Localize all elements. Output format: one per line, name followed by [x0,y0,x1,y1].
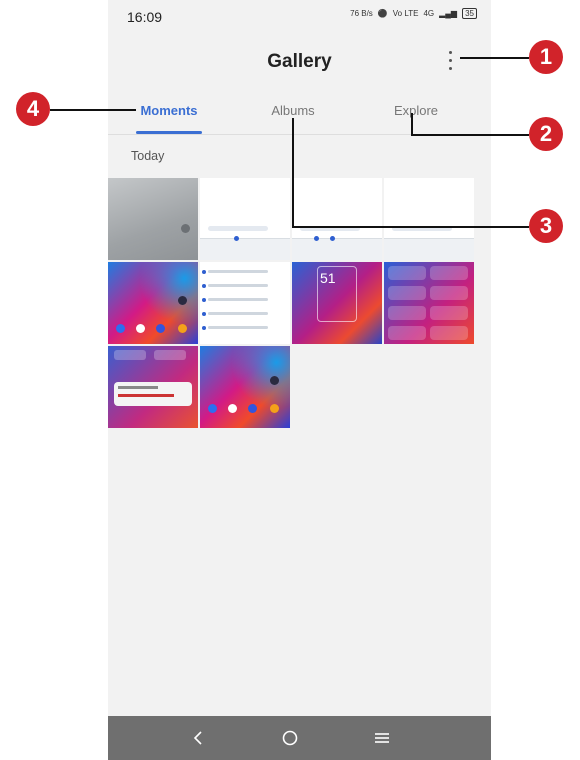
net-speed-text: 76 B/s [350,8,373,18]
photo-gray[interactable] [108,178,198,260]
photo-wallpaper-home-2[interactable] [200,346,290,428]
callout-line-2 [411,134,529,136]
dnd-icon: ⚫ [377,8,388,18]
callout-line-3 [292,226,529,228]
photo-settings-list[interactable] [200,262,290,344]
callout-badge-1: 1 [529,40,563,74]
back-icon[interactable] [176,716,220,760]
tab-moments[interactable]: Moments [136,103,202,118]
volte-text: Vo LTE [392,8,419,18]
photo-lockscreen[interactable]: 51 [292,262,382,344]
callout-line-3-vertical [292,118,294,226]
section-header-today: Today [131,149,165,163]
photo-keyboard-1[interactable] [200,178,290,260]
callout-badge-3: 3 [529,209,563,243]
status-bar: 16:09 76 B/s ⚫ Vo LTE 4G ▂▄▆ 35 [108,0,491,34]
callout-line-4 [50,109,136,111]
photo-keyboard-2[interactable] [292,178,382,260]
tab-albums[interactable]: Albums [260,103,326,118]
status-icons: 76 B/s ⚫ Vo LTE 4G ▂▄▆ 35 [350,8,477,19]
home-icon[interactable] [268,716,312,760]
tab-bar: Moments Albums Explore [108,98,491,135]
photo-notification[interactable] [108,346,198,428]
photo-wallpaper-home[interactable] [108,262,198,344]
signal-text: 4G [423,8,435,18]
app-bar: Gallery [108,40,491,84]
more-vertical-icon[interactable] [443,48,457,72]
phone-screen: 16:09 76 B/s ⚫ Vo LTE 4G ▂▄▆ 35 Gallery … [108,0,491,760]
battery-icon: 35 [462,8,477,19]
callout-line-2-vertical [411,113,413,135]
callout-badge-2: 2 [529,117,563,151]
tab-explore[interactable]: Explore [383,103,449,118]
callout-badge-4: 4 [16,92,50,126]
signal-bars-icon: ▂▄▆ [439,8,458,18]
page-title: Gallery [267,51,332,72]
nav-bar [108,716,491,760]
photo-keyboard-3[interactable] [384,178,474,260]
tab-indicator [136,131,202,134]
photo-quick-settings[interactable] [384,262,474,344]
lockscreen-clock: 51 [320,270,336,286]
callout-line-1 [460,57,529,59]
select-circle-icon [181,224,190,233]
status-time: 16:09 [127,9,163,25]
recents-icon[interactable] [360,716,404,760]
